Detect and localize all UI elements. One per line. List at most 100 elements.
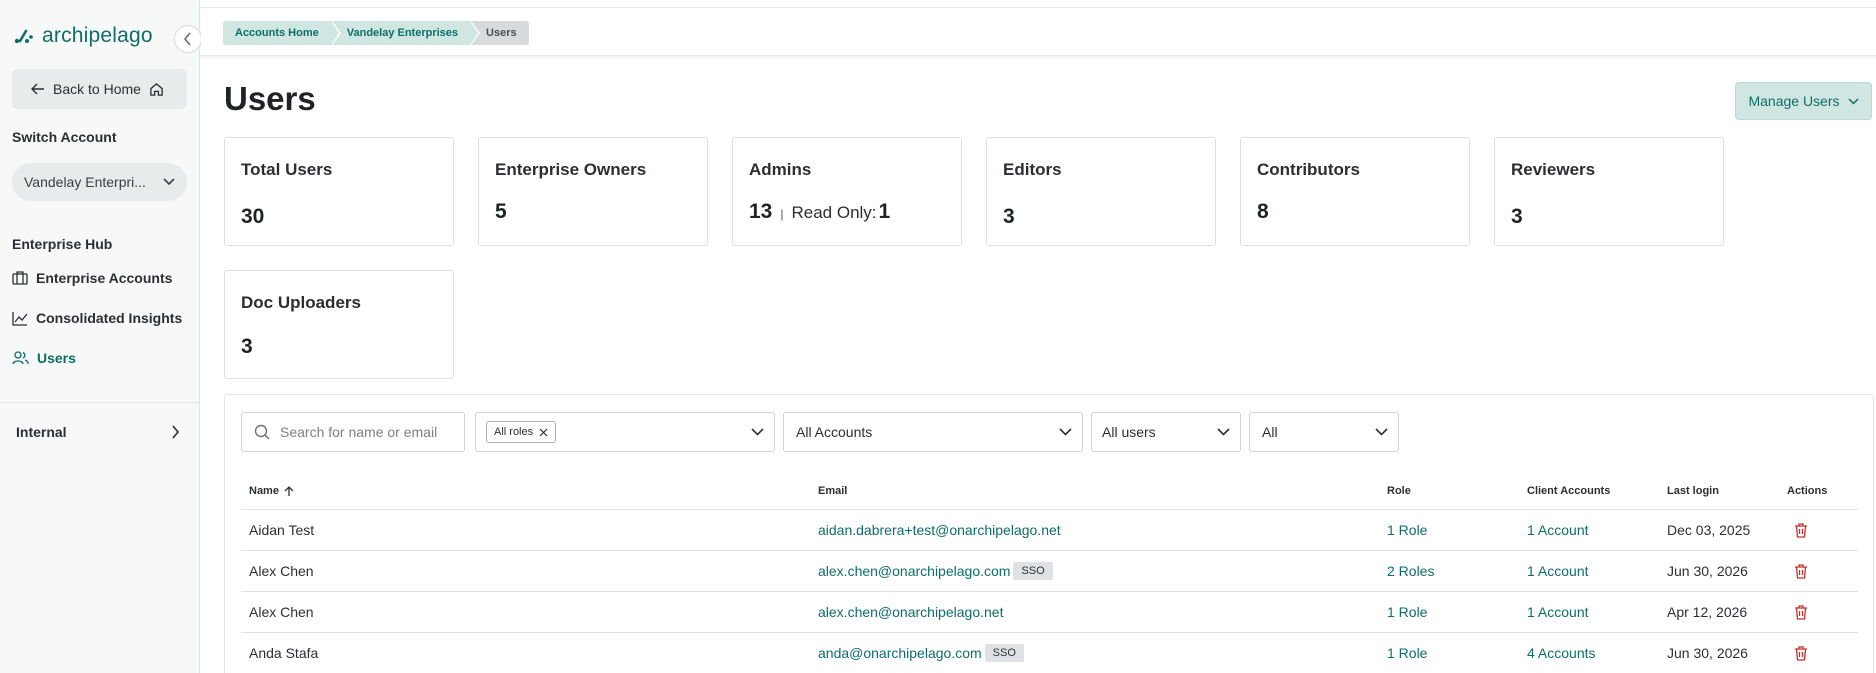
- table-row[interactable]: Aidan Test aidan.dabrera+test@onarchipela…: [241, 509, 1858, 550]
- breadcrumb-label: Vandelay Enterprises: [346, 27, 459, 39]
- column-header-client-accounts: Client Accounts: [1527, 485, 1611, 497]
- roles-filter-select[interactable]: All roles: [475, 412, 775, 452]
- users-table-panel: Search for name or email All roles All A…: [224, 394, 1874, 673]
- search-icon: [254, 424, 270, 440]
- client-accounts-link[interactable]: 4 Accounts: [1527, 633, 1596, 673]
- stat-value: 3: [1003, 205, 1015, 228]
- last-login: Apr 12, 2026: [1667, 604, 1748, 620]
- trash-icon: [1795, 604, 1807, 620]
- table-row[interactable]: Alex Chen alex.chen@onarchipelago.com SSO 2…: [241, 550, 1858, 591]
- chevron-down-icon: [1059, 428, 1072, 436]
- briefcase-icon: [12, 271, 28, 285]
- manage-users-button[interactable]: Manage Users: [1735, 82, 1872, 120]
- sidebar-item-label: Users: [37, 350, 76, 366]
- search-placeholder: Search for name or email: [280, 424, 438, 440]
- page-title: Users: [224, 80, 316, 117]
- column-header-email: Email: [818, 485, 848, 497]
- user-email-link[interactable]: alex.chen@onarchipelago.com: [818, 563, 1010, 579]
- collapse-sidebar-button[interactable]: [174, 25, 202, 53]
- column-header-role: Role: [1387, 485, 1411, 497]
- user-email-cell: anda@onarchipelago.com SSO: [818, 633, 1024, 673]
- sidebar-item-consolidated-insights[interactable]: Consolidated Insights: [12, 310, 182, 326]
- stat-label: Reviewers: [1511, 160, 1596, 179]
- column-header-name[interactable]: Name: [249, 485, 294, 497]
- stat-card-doc-uploaders: Doc Uploaders 3: [224, 270, 454, 379]
- switch-account-label: Switch Account: [12, 129, 117, 145]
- status-filter-value: All: [1262, 424, 1278, 440]
- delete-user-button[interactable]: [1794, 633, 1808, 673]
- search-input[interactable]: Search for name or email: [241, 412, 465, 452]
- client-accounts-link[interactable]: 1 Account: [1527, 510, 1589, 550]
- archipelago-logo-icon: [14, 29, 33, 44]
- chevron-down-icon: [163, 178, 175, 186]
- accounts-filter-select[interactable]: All Accounts: [783, 412, 1083, 452]
- user-email-link[interactable]: aidan.dabrera+test@onarchipelago.net: [818, 522, 1061, 538]
- close-icon[interactable]: [539, 428, 548, 437]
- admins-values: 13 | Read Only: 1: [749, 200, 890, 224]
- last-login: Dec 03, 2025: [1667, 522, 1751, 538]
- stat-label: Total Users: [241, 160, 333, 179]
- user-name: Anda Stafa: [249, 645, 319, 661]
- sidebar-item-enterprise-accounts[interactable]: Enterprise Accounts: [12, 270, 172, 286]
- table-row[interactable]: Anda Stafa anda@onarchipelago.com SSO 1 Rol…: [241, 632, 1858, 673]
- users-filter-select[interactable]: All users: [1091, 412, 1241, 452]
- back-to-home-button[interactable]: Back to Home: [12, 69, 187, 109]
- chevron-left-icon: [183, 32, 191, 46]
- breadcrumb-arrow: [330, 21, 339, 45]
- user-email-link[interactable]: alex.chen@onarchipelago.net: [818, 604, 1003, 620]
- stat-card-admins: Admins 13 | Read Only: 1: [732, 137, 962, 246]
- column-label: Name: [249, 485, 279, 497]
- user-role-link[interactable]: 2 Roles: [1387, 551, 1434, 591]
- status-filter-select[interactable]: All: [1249, 412, 1399, 452]
- stat-value: 3: [241, 335, 253, 358]
- sort-ascending-icon: [284, 485, 294, 496]
- sidebar-item-label: Consolidated Insights: [36, 310, 183, 326]
- stat-card-total-users: Total Users 30: [224, 137, 454, 246]
- chip-label: All roles: [494, 426, 534, 438]
- stat-label: Enterprise Owners: [495, 160, 647, 179]
- user-role-link[interactable]: 1 Role: [1387, 510, 1427, 550]
- trash-icon: [1795, 522, 1807, 538]
- trash-icon: [1795, 563, 1807, 579]
- accounts-filter-value: All Accounts: [796, 424, 873, 440]
- stat-value: 5: [495, 200, 507, 223]
- stat-card-contributors: Contributors 8: [1240, 137, 1470, 246]
- client-accounts-link[interactable]: 1 Account: [1527, 551, 1589, 591]
- breadcrumb-accounts-home[interactable]: Accounts Home: [223, 21, 341, 45]
- user-role-link[interactable]: 1 Role: [1387, 633, 1427, 673]
- brand-logo[interactable]: archipelago: [14, 24, 153, 48]
- delete-user-button[interactable]: [1794, 592, 1808, 632]
- user-role-link[interactable]: 1 Role: [1387, 592, 1427, 632]
- breadcrumb-enterprise[interactable]: Vandelay Enterprises: [330, 21, 481, 45]
- delete-user-button[interactable]: [1794, 510, 1808, 550]
- user-email-link[interactable]: anda@onarchipelago.com: [818, 645, 982, 661]
- sidebar-item-users[interactable]: Users: [12, 350, 76, 366]
- sidebar-item-internal[interactable]: Internal: [16, 424, 180, 440]
- breadcrumb-label: Users: [486, 27, 517, 39]
- users-icon: [12, 351, 29, 365]
- top-bar: Accounts Home Vandelay Enterprises Users: [201, 7, 1876, 56]
- role-filter-chip[interactable]: All roles: [486, 421, 557, 443]
- client-accounts-link[interactable]: 1 Account: [1527, 592, 1589, 632]
- delete-user-button[interactable]: [1794, 551, 1808, 591]
- back-to-home-label: Back to Home: [53, 81, 141, 97]
- enterprise-hub-label: Enterprise Hub: [12, 236, 113, 252]
- account-switcher-select[interactable]: Vandelay Enterpri...: [12, 163, 187, 201]
- stat-label: Doc Uploaders: [241, 293, 361, 312]
- stat-label: Contributors: [1257, 160, 1360, 179]
- chart-line-icon: [12, 311, 28, 326]
- user-email-cell: aidan.dabrera+test@onarchipelago.net: [818, 510, 1061, 550]
- read-only-label: Read Only:: [791, 203, 877, 222]
- stat-label: Editors: [1003, 160, 1062, 179]
- sidebar: archipelago Back to Home Switch Account …: [0, 0, 202, 673]
- breadcrumb-arrow: [470, 21, 479, 45]
- stat-separator: |: [780, 207, 784, 221]
- stat-card-editors: Editors 3: [986, 137, 1216, 246]
- table-row[interactable]: Alex Chen alex.chen@onarchipelago.net 1 Ro…: [241, 591, 1858, 632]
- read-only-value: 1: [878, 200, 891, 223]
- users-filter-value: All users: [1102, 424, 1156, 440]
- stat-card-reviewers: Reviewers 3: [1494, 137, 1724, 246]
- home-icon: [150, 82, 163, 96]
- sso-badge: SSO: [1013, 562, 1053, 580]
- stat-card-enterprise-owners: Enterprise Owners 5: [478, 137, 708, 246]
